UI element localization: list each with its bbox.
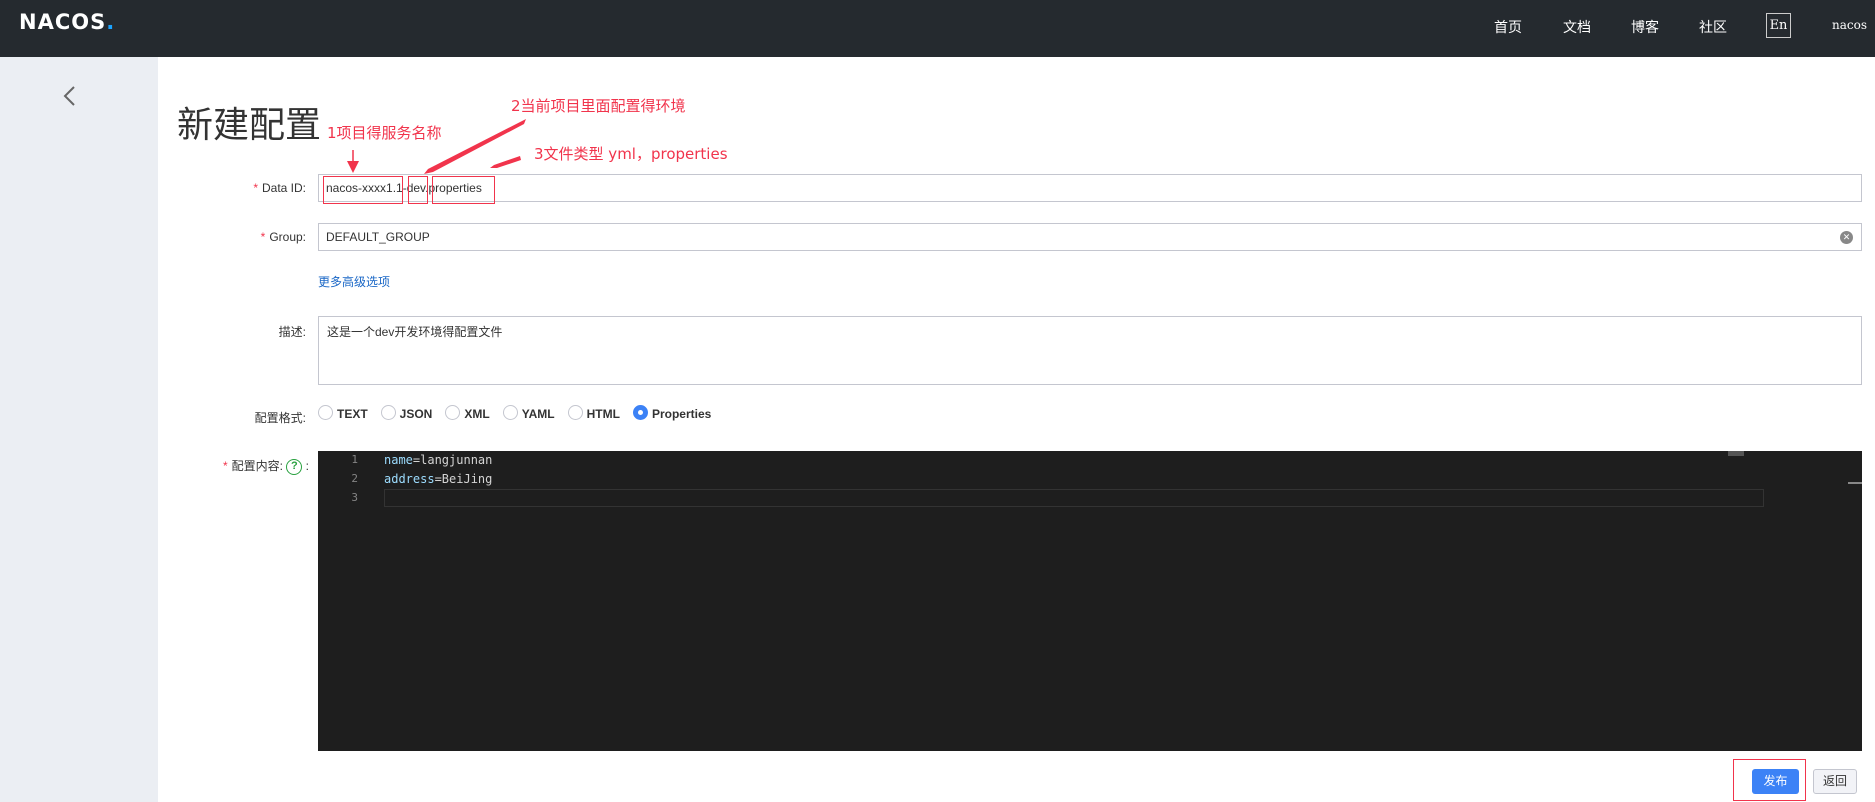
radio-circle[interactable] xyxy=(445,405,461,420)
user-name[interactable]: nacos xyxy=(1832,18,1867,32)
radio-label: JSON xyxy=(399,406,433,421)
back-button[interactable]: 返回 xyxy=(1813,769,1857,794)
logo-dot: . xyxy=(106,10,116,34)
format-radio-group: TEXT JSON XML YAML HTML Properties xyxy=(318,405,724,421)
current-line-highlight xyxy=(384,489,1764,507)
arrow-file-type xyxy=(490,156,521,168)
nav-home[interactable]: 首页 xyxy=(1494,17,1522,37)
content-colon: : xyxy=(305,459,309,473)
required-mark: * xyxy=(222,459,228,473)
clear-icon[interactable]: ✕ xyxy=(1840,231,1853,244)
annotation-environment: 2当前项目里面配置得环境 xyxy=(511,97,686,115)
radio-circle[interactable] xyxy=(502,405,518,420)
editor-scrollbar[interactable] xyxy=(1848,482,1862,484)
required-mark: * xyxy=(260,230,266,244)
radio-label: Properties xyxy=(651,406,712,421)
annotation-box-env xyxy=(408,176,428,204)
group-input[interactable]: DEFAULT_GROUP ✕ xyxy=(318,223,1862,251)
editor-gutter: 1 2 3 xyxy=(318,451,366,751)
group-label-text: Group: xyxy=(269,230,306,244)
code-value: =langjunnan xyxy=(412,453,493,467)
annotation-box-ext xyxy=(432,176,495,204)
annotation-box-publish xyxy=(1733,759,1806,801)
description-label: 描述: xyxy=(278,325,306,339)
minimap xyxy=(1728,451,1744,456)
line-number: 1 xyxy=(351,453,358,466)
help-icon[interactable]: ? xyxy=(286,458,303,475)
required-mark: * xyxy=(253,181,258,195)
radio-xml[interactable]: XML xyxy=(445,405,490,421)
nacos-logo[interactable]: NACOS. xyxy=(19,10,115,34)
top-navbar: NACOS. 首页 文档 博客 社区 En nacos xyxy=(0,0,1875,57)
code-line: address=BeiJing xyxy=(384,472,492,486)
radio-circle-selected[interactable] xyxy=(632,405,648,420)
annotation-service-name: 1项目得服务名称 xyxy=(327,124,442,142)
radio-label: YAML xyxy=(521,406,555,421)
code-key: name xyxy=(384,453,413,467)
more-advanced-options-link[interactable]: 更多高级选项 xyxy=(318,273,390,290)
code-editor[interactable]: 1 2 3 name=langjunnan address=BeiJing xyxy=(318,451,1862,751)
radio-label: XML xyxy=(464,406,490,421)
content-label-text: 配置内容: xyxy=(231,459,283,473)
annotation-box-service xyxy=(323,176,403,204)
chevron-left-icon[interactable] xyxy=(58,84,82,108)
line-number: 2 xyxy=(351,472,358,485)
nav-community[interactable]: 社区 xyxy=(1699,17,1727,37)
content-label: * 配置内容: ? : xyxy=(156,457,309,475)
radio-properties[interactable]: Properties xyxy=(632,405,712,421)
code-key: address xyxy=(384,472,435,486)
radio-circle[interactable] xyxy=(318,405,333,420)
data-id-label: * Data ID: xyxy=(156,181,306,195)
line-number: 3 xyxy=(351,491,358,504)
description-textarea[interactable]: 这是一个dev开发环境得配置文件 xyxy=(318,316,1862,385)
sidebar xyxy=(0,57,158,802)
radio-label: TEXT xyxy=(337,406,368,421)
logo-text: NACOS xyxy=(19,10,107,34)
page-title: 新建配置 xyxy=(177,105,322,146)
code-value: =BeiJing xyxy=(434,472,493,486)
radio-label: HTML xyxy=(586,406,620,421)
nav-docs[interactable]: 文档 xyxy=(1563,17,1591,37)
data-id-input[interactable]: nacos-xxxx1.1-dev.properties xyxy=(318,174,1862,202)
language-switch-button[interactable]: En xyxy=(1766,13,1791,38)
group-label: * Group: xyxy=(156,230,306,244)
radio-html[interactable]: HTML xyxy=(567,405,620,421)
code-line: name=langjunnan xyxy=(384,453,492,467)
annotation-file-type: 3文件类型 yml，properties xyxy=(534,145,728,163)
radio-circle[interactable] xyxy=(380,405,396,420)
radio-text[interactable]: TEXT xyxy=(318,405,368,421)
group-value: DEFAULT_GROUP xyxy=(326,230,430,244)
radio-json[interactable]: JSON xyxy=(380,405,433,421)
data-id-label-text: Data ID: xyxy=(261,181,306,195)
nav-blog[interactable]: 博客 xyxy=(1631,17,1659,37)
format-label: 配置格式: xyxy=(254,411,306,425)
radio-circle[interactable] xyxy=(567,405,583,420)
radio-yaml[interactable]: YAML xyxy=(502,405,555,421)
